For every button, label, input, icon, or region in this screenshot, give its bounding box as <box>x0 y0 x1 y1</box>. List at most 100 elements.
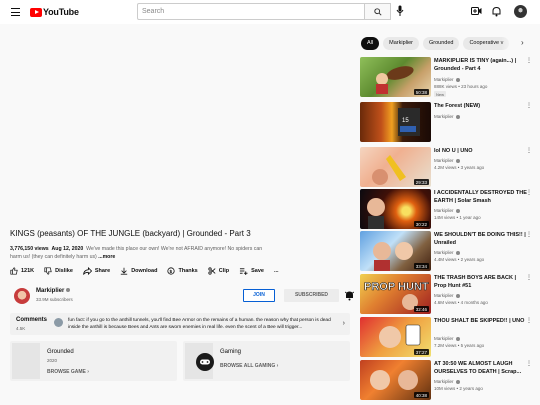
view-count: 3,776,150 views <box>10 246 49 252</box>
account-avatar[interactable] <box>514 5 527 18</box>
verified-icon <box>455 336 460 341</box>
more-options-icon[interactable]: ⋮ <box>526 57 532 64</box>
logo-text: YouTube <box>43 7 79 17</box>
more-options-icon[interactable]: ⋮ <box>526 189 532 196</box>
recommendation-item[interactable]: 15 The Forest (NEW) Markiplier ⋮ <box>360 102 532 142</box>
video-duration: 40:38 <box>413 392 429 398</box>
like-button[interactable]: 121K <box>10 267 34 275</box>
video-description[interactable]: 3,776,150 views Aug 12, 2020 We've made … <box>10 245 265 261</box>
dislike-button[interactable]: Dislike <box>44 267 73 275</box>
more-options-icon[interactable]: ⋮ <box>526 360 532 367</box>
chip-fade <box>500 37 530 50</box>
more-actions-button[interactable]: ... <box>274 268 279 274</box>
channel-avatar[interactable] <box>14 288 30 304</box>
verified-icon <box>455 77 460 82</box>
channel-name-text: Markiplier <box>434 114 454 119</box>
channel-name-text: Markiplier <box>434 379 454 384</box>
notifications-icon[interactable] <box>492 6 501 17</box>
recommendation-item[interactable]: 33:34 WE SHOULDN'T BE DOING THIS!! | Unr… <box>360 231 532 271</box>
menu-icon[interactable] <box>11 8 20 16</box>
verified-icon <box>66 288 71 293</box>
video-meta: 14M views • 1 year ago <box>434 215 481 220</box>
clip-label: Clip <box>218 268 230 274</box>
search-input[interactable]: Search <box>137 3 365 20</box>
recommendation-item[interactable]: 40:38 AT 30:50 WE ALMOST LAUGH OURSELVES… <box>360 360 532 400</box>
video-thumbnail[interactable]: 30:22 <box>360 189 431 229</box>
join-button[interactable]: JOIN <box>243 289 275 302</box>
game-card[interactable]: Grounded 2020 BROWSE GAME › <box>10 341 177 381</box>
comments-panel[interactable]: Comments 4.5K fun fact: if you go to the… <box>10 313 350 335</box>
create-icon[interactable] <box>471 6 482 16</box>
channel-name: Markiplier <box>434 250 460 255</box>
browse-game-link[interactable]: BROWSE GAME › <box>47 369 89 375</box>
video-thumbnail[interactable]: 37:27 <box>360 317 431 357</box>
video-thumbnail[interactable]: PROP HUNT 32:46 <box>360 274 431 314</box>
channel-name-text: Markiplier <box>434 250 454 255</box>
video-duration: 50:38 <box>413 89 429 95</box>
video-duration: 32:46 <box>413 306 429 312</box>
clip-button[interactable]: Clip <box>208 267 229 275</box>
verified-icon <box>455 208 460 213</box>
more-options-icon[interactable]: ⋮ <box>526 102 532 109</box>
svg-text:$: $ <box>170 269 173 275</box>
recommendation-item[interactable]: 30:22 I ACCIDENTALLY DESTROYED THE EARTH… <box>360 189 532 229</box>
chip-grounded[interactable]: Grounded <box>422 37 460 50</box>
more-options-icon[interactable]: ⋮ <box>526 231 532 238</box>
gaming-icon <box>196 353 214 371</box>
video-title: lol NO U | UNO <box>434 148 473 154</box>
more-options-icon[interactable]: ⋮ <box>526 147 532 154</box>
chip-markiplier[interactable]: Markiplier <box>383 37 419 50</box>
save-button[interactable]: Save <box>239 267 264 275</box>
new-badge: New <box>434 91 447 97</box>
gaming-card[interactable]: Gaming BROWSE ALL GAMING › <box>183 341 350 381</box>
channel-name: Markiplier <box>434 293 460 298</box>
recommendation-item[interactable]: PROP HUNT 32:46 THE TRASH BOYS ARE BACK … <box>360 274 532 314</box>
game-thumbnail <box>12 343 40 379</box>
thanks-button[interactable]: $ Thanks <box>167 267 198 275</box>
action-bar: 121K Dislike Share Download $ Thanks Cli… <box>10 266 289 276</box>
share-icon <box>82 267 92 275</box>
share-button[interactable]: Share <box>82 267 111 275</box>
video-meta: 4.2M views • 3 years ago <box>434 165 485 170</box>
recommendation-item[interactable]: 50:38 MARKIPLIER IS TINY (again...) | Gr… <box>360 57 532 97</box>
video-player[interactable] <box>0 24 358 220</box>
channel-name: Markiplier <box>434 158 460 163</box>
recommendation-item[interactable]: 37:27 THOU SHALT BE SKIPPED!! | UNO Mark… <box>360 317 532 357</box>
channel-name: Markiplier <box>434 114 460 119</box>
more-link[interactable]: ...more <box>98 254 115 260</box>
chip-all[interactable]: All <box>361 37 380 50</box>
video-thumbnail[interactable]: 15 <box>360 102 431 142</box>
video-title: WE SHOULDN'T BE DOING THIS!! | Unrailed <box>434 232 526 246</box>
download-button[interactable]: Download <box>120 267 157 275</box>
more-options-icon[interactable]: ⋮ <box>526 317 532 324</box>
video-title: AT 30:50 WE ALMOST LAUGH OURSELVES TO DE… <box>434 361 522 375</box>
channel-name[interactable]: Markiplier <box>36 288 71 294</box>
video-duration: 30:22 <box>413 221 429 227</box>
subscriber-count: 33.9M subscribers <box>36 297 73 302</box>
mic-icon[interactable] <box>396 5 404 17</box>
video-duration: 33:34 <box>413 263 429 269</box>
bell-icon[interactable] <box>345 290 354 301</box>
video-thumbnail[interactable]: 50:38 <box>360 57 431 97</box>
video-title: I ACCIDENTALLY DESTROYED THE EARTH | Sol… <box>434 190 527 204</box>
game-year: 2020 <box>47 358 58 363</box>
more-options-icon[interactable]: ⋮ <box>526 274 532 281</box>
search-button[interactable] <box>364 3 391 20</box>
save-label: Save <box>251 268 264 274</box>
recommendation-item[interactable]: 29:33 lol NO U | UNO Markiplier 4.2M vie… <box>360 147 532 187</box>
youtube-logo[interactable]: YouTube <box>30 7 79 17</box>
video-thumbnail[interactable]: 40:38 <box>360 360 431 400</box>
share-label: Share <box>94 268 111 274</box>
channel-name: Markiplier <box>434 208 460 213</box>
browse-gaming-link[interactable]: BROWSE ALL GAMING › <box>220 363 278 369</box>
chevron-right-icon[interactable]: › <box>521 38 524 47</box>
video-thumbnail[interactable]: 29:33 <box>360 147 431 187</box>
verified-icon <box>455 250 460 255</box>
channel-name-text: Markiplier <box>434 336 454 341</box>
like-icon <box>10 267 18 275</box>
save-icon <box>240 268 248 275</box>
video-thumbnail[interactable]: 33:34 <box>360 231 431 271</box>
video-meta: 888K views • 23 hours ago <box>434 84 488 89</box>
subscribe-button[interactable]: SUBSCRIBED <box>284 289 339 302</box>
search-icon <box>374 8 382 16</box>
